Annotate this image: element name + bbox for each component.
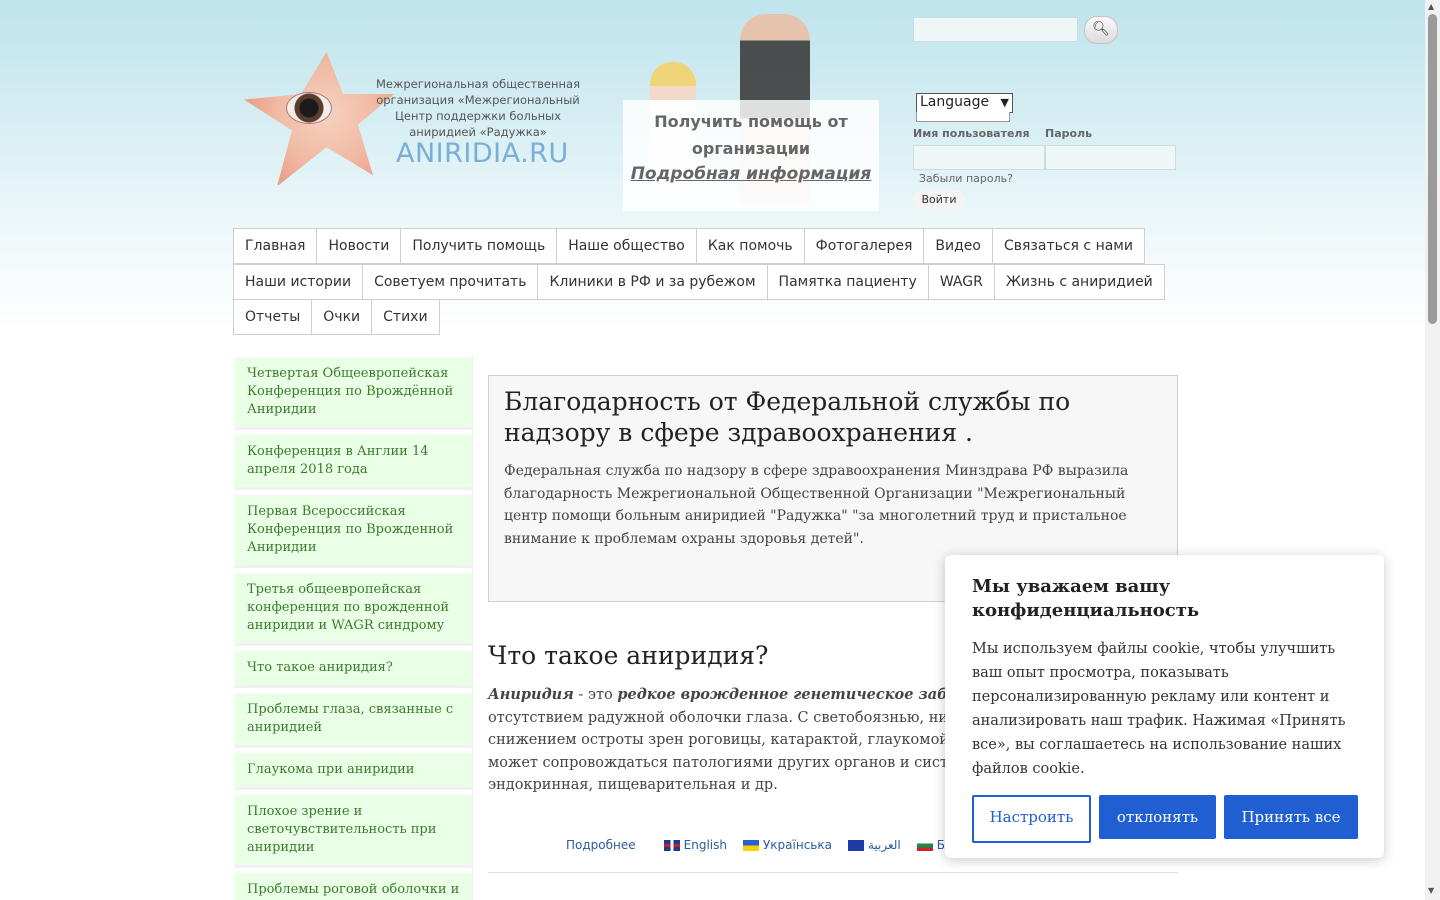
- menu-item-get-help[interactable]: Получить помощь: [400, 228, 558, 264]
- customize-button[interactable]: Настроить: [972, 795, 1091, 843]
- ukraine-flag-icon: [742, 839, 759, 851]
- search-button[interactable]: 🔍︎: [1084, 16, 1118, 44]
- page-scrollbar[interactable]: ▲ ▼: [1425, 0, 1440, 900]
- arabic-flag-icon: [847, 839, 864, 851]
- sidebar-item[interactable]: Плохое зрение и светочувствительность пр…: [234, 795, 472, 868]
- menu-item-how-to-help[interactable]: Как помочь: [695, 228, 805, 264]
- logo-eye-image: [286, 92, 332, 124]
- menu-item-our-stories[interactable]: Наши истории: [233, 264, 364, 300]
- main-menu-row-2: Наши истории Советуем прочитать Клиники …: [233, 264, 1165, 300]
- main-menu-row-3: Отчеты Очки Стихи: [233, 299, 440, 335]
- scroll-up-icon[interactable]: ▲: [1428, 2, 1434, 11]
- read-more-link[interactable]: Подробнее: [566, 838, 636, 852]
- language-select[interactable]: Language ▼: [916, 93, 1013, 113]
- accept-all-button[interactable]: Принять все: [1224, 795, 1358, 839]
- help-banner: Получить помощь от организации Подробная…: [623, 100, 879, 211]
- help-details-link[interactable]: Подробная информация: [631, 164, 872, 184]
- cookie-buttons: Настроить отклонять Принять все: [972, 795, 1358, 843]
- menu-item-life-with-aniridia[interactable]: Жизнь с аниридией: [993, 264, 1165, 300]
- lang-link-english[interactable]: English: [663, 838, 727, 852]
- lang-link-arabic[interactable]: العربية: [847, 838, 901, 852]
- menu-item-patient-memo[interactable]: Памятка пациенту: [766, 264, 929, 300]
- lang-label: Українська: [762, 838, 832, 852]
- language-select-value: Language: [920, 94, 990, 110]
- uk-flag-icon: [663, 839, 680, 851]
- menu-item-contact[interactable]: Связаться с нами: [991, 228, 1145, 264]
- article-intro: - это: [573, 687, 618, 703]
- sidebar: Четвертая Общеевропейская Конференция по…: [232, 355, 473, 900]
- menu-item-our-society[interactable]: Наше общество: [556, 228, 697, 264]
- main-menu-row-1: Главная Новости Получить помощь Наше общ…: [233, 228, 1145, 264]
- menu-item-reports[interactable]: Отчеты: [233, 299, 313, 335]
- reject-button[interactable]: отклонять: [1099, 795, 1216, 839]
- menu-item-clinics[interactable]: Клиники в РФ и за рубежом: [537, 264, 768, 300]
- language-select-dropdown-edge: [916, 112, 1010, 122]
- scrollbar-thumb[interactable]: [1428, 14, 1437, 324]
- scroll-down-icon[interactable]: ▼: [1428, 886, 1434, 895]
- article-emphasis: редкое врожденное генетическое забол: [617, 686, 968, 703]
- cookie-title: Мы уважаем вашу конфиденциальность: [972, 576, 1200, 621]
- menu-item-poems[interactable]: Стихи: [371, 299, 440, 335]
- lang-label: العربية: [867, 838, 901, 852]
- password-field[interactable]: [1045, 145, 1176, 170]
- sidebar-item[interactable]: Четвертая Общеевропейская Конференция по…: [234, 357, 472, 430]
- menu-item-glasses[interactable]: Очки: [311, 299, 373, 335]
- password-label: Пароль: [1045, 127, 1093, 140]
- menu-item-photo-gallery[interactable]: Фотогалерея: [803, 228, 925, 264]
- sidebar-item[interactable]: Первая Всероссийская Конференция по Врож…: [234, 495, 472, 568]
- sidebar-item[interactable]: Что такое аниридия?: [234, 651, 472, 688]
- lang-link-ukrainian[interactable]: Українська: [742, 838, 832, 852]
- menu-item-news[interactable]: Новости: [316, 228, 402, 264]
- org-description: Межрегиональная общественная организация…: [375, 77, 581, 139]
- chevron-down-icon: ▼: [1000, 96, 1009, 109]
- username-label: Имя пользователя: [913, 127, 1030, 140]
- menu-item-video[interactable]: Видео: [923, 228, 993, 264]
- site-name: ANIRIDIA.RU: [396, 138, 569, 169]
- sidebar-item[interactable]: Конференция в Англии 14 апреля 2018 года: [234, 435, 472, 490]
- lang-label: English: [683, 838, 727, 852]
- menu-item-wagr[interactable]: WAGR: [927, 264, 995, 300]
- search-icon: 🔍︎: [1092, 21, 1110, 37]
- help-banner-title: Получить помощь от организации: [654, 112, 848, 158]
- menu-item-recommended[interactable]: Советуем прочитать: [362, 264, 539, 300]
- cookie-consent-dialog: Мы уважаем вашу конфиденциальность Мы ис…: [945, 555, 1384, 858]
- username-field[interactable]: [913, 145, 1045, 170]
- login-button[interactable]: Войти: [913, 190, 965, 210]
- article-title: Что такое аниридия?: [488, 641, 769, 670]
- article-term: Аниридия: [488, 686, 574, 703]
- menu-item-home[interactable]: Главная: [233, 228, 318, 264]
- sidebar-item[interactable]: Проблемы роговой оболочки и хрусталика: [234, 873, 472, 900]
- sidebar-item[interactable]: Проблемы глаза, связанные с аниридией: [234, 693, 472, 748]
- forgot-password-link[interactable]: Забыли пароль?: [919, 172, 1013, 185]
- sidebar-item[interactable]: Глаукома при аниридии: [234, 753, 472, 790]
- sidebar-item[interactable]: Третья общеевропейская конференция по вр…: [234, 573, 472, 646]
- search-input[interactable]: [913, 17, 1078, 42]
- cookie-text: Мы используем файлы cookie, чтобы улучши…: [972, 641, 1346, 777]
- news-text: Федеральная служба по надзору в сфере зд…: [504, 463, 1129, 547]
- bulgaria-flag-icon: [916, 839, 933, 851]
- content-divider: [488, 872, 1178, 873]
- article-links: Подробнее English Українська العربية Бъл: [566, 838, 977, 852]
- site-logo[interactable]: Межрегиональная общественная организация…: [238, 48, 598, 198]
- news-title[interactable]: Благодарность от Федеральной службы по н…: [504, 386, 1162, 448]
